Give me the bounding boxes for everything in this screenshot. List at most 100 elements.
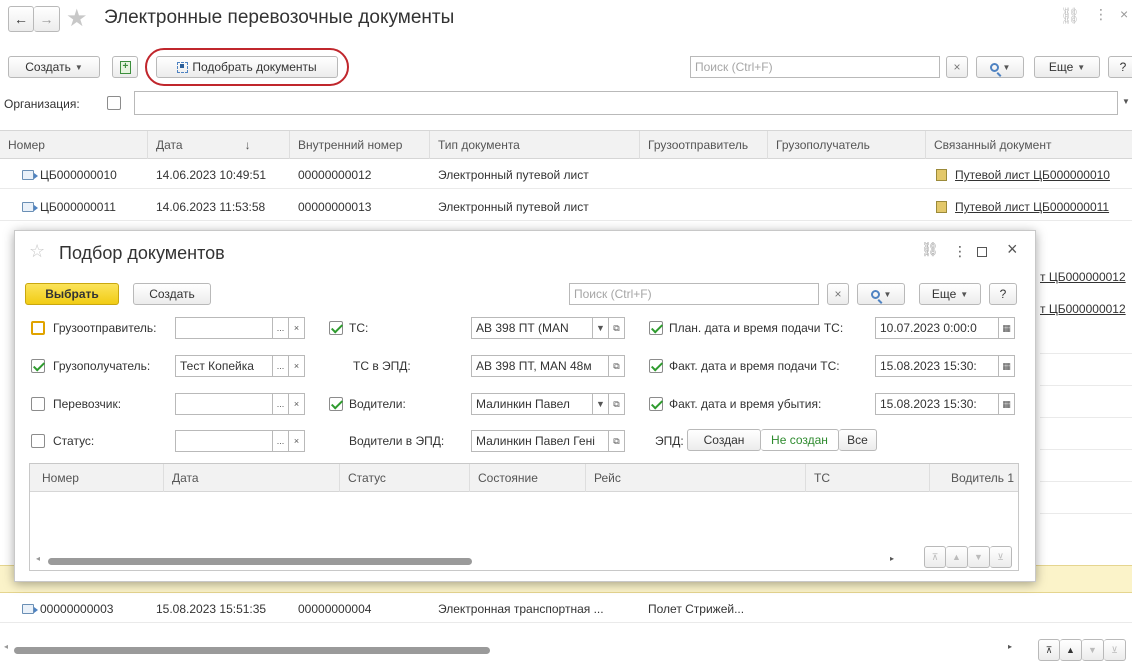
calendar-icon[interactable]: ▦ [999, 355, 1015, 377]
depart-date-input[interactable]: 15.08.2023 15:30: [875, 393, 999, 415]
epd-not-created-button[interactable]: Не создан [761, 429, 839, 451]
drivers-input[interactable]: Малинкин Павел [471, 393, 593, 415]
scroll-right-icon[interactable]: ▸ [1008, 642, 1012, 651]
drivers-epd-input[interactable]: Малинкин Павел Гені [471, 430, 609, 452]
maximize-icon[interactable] [977, 247, 987, 257]
epd-all-button[interactable]: Все [839, 429, 877, 451]
carrier-input[interactable] [175, 393, 273, 415]
epd-created-button[interactable]: Создан [687, 429, 761, 451]
grid-col-status[interactable]: Статус [340, 464, 470, 492]
col-consignee[interactable]: Грузополучатель [768, 131, 926, 159]
search-input[interactable]: Поиск (Ctrl+F) [690, 56, 940, 78]
carrier-checkbox[interactable] [31, 397, 45, 411]
row-linked[interactable]: Путевой лист ЦБ000000011 [928, 193, 1132, 221]
grid-col-driver1[interactable]: Водитель 1 [930, 464, 1018, 492]
link-icon[interactable]: ⛓ [921, 241, 939, 258]
col-date[interactable]: Дата ↓ [148, 131, 290, 159]
drivers-open-button[interactable]: ⧉ [609, 393, 625, 415]
status-checkbox[interactable] [31, 434, 45, 448]
grid-scroll-top-button[interactable]: ⊼ [924, 546, 946, 568]
scroll-bottom-button[interactable]: ⊻ [1104, 639, 1126, 661]
row-linked-partial[interactable]: т ЦБ000000012 [1040, 295, 1132, 323]
plan-date-checkbox[interactable] [649, 321, 663, 335]
dialog-clear-search-button[interactable]: × [827, 283, 849, 305]
table-row[interactable]: ЦБ000000010 14.06.2023 10:49:51 00000000… [0, 161, 1132, 189]
row-linked-partial[interactable]: т ЦБ000000012 [1040, 263, 1132, 291]
scroll-right-icon[interactable]: ▸ [890, 554, 894, 563]
scroll-up-button[interactable]: ▲ [1060, 639, 1082, 661]
col-linked-document[interactable]: Связанный документ [926, 131, 1132, 159]
grid-col-date[interactable]: Дата [164, 464, 340, 492]
linked-document-link[interactable]: т ЦБ000000012 [1040, 270, 1126, 284]
shipper-checkbox[interactable] [31, 321, 45, 335]
carrier-select-button[interactable]: ... [273, 393, 289, 415]
shipper-clear-button[interactable]: × [289, 317, 305, 339]
col-document-type[interactable]: Тип документа [430, 131, 640, 159]
table-row[interactable]: 00000000003 15.08.2023 15:51:35 00000000… [0, 595, 1132, 623]
drivers-dropdown-button[interactable]: ▼ [593, 393, 609, 415]
calendar-icon[interactable]: ▦ [999, 317, 1015, 339]
vehicle-epd-open-button[interactable]: ⧉ [609, 355, 625, 377]
grid-col-state[interactable]: Состояние [470, 464, 586, 492]
close-window-icon[interactable]: × [1120, 6, 1128, 22]
linked-document-link[interactable]: Путевой лист ЦБ000000010 [955, 168, 1110, 182]
vehicle-dropdown-button[interactable]: ▼ [593, 317, 609, 339]
table-row[interactable]: ЦБ000000011 14.06.2023 11:53:58 00000000… [0, 193, 1132, 221]
vehicle-checkbox[interactable] [329, 321, 343, 335]
col-internal-number[interactable]: Внутренний номер [290, 131, 430, 159]
scroll-down-button[interactable]: ▼ [1082, 639, 1104, 661]
grid-scroll-up-button[interactable]: ▲ [946, 546, 968, 568]
scrollbar-thumb[interactable] [14, 647, 490, 654]
help-button[interactable]: ? [1108, 56, 1132, 78]
fact-date-checkbox[interactable] [649, 359, 663, 373]
select-button[interactable]: Выбрать [25, 283, 119, 305]
dialog-more-button[interactable]: Еще ▼ [919, 283, 981, 305]
organization-checkbox[interactable] [107, 96, 121, 110]
scroll-top-button[interactable]: ⊼ [1038, 639, 1060, 661]
vehicle-open-button[interactable]: ⧉ [609, 317, 625, 339]
dialog-create-button[interactable]: Создать [133, 283, 211, 305]
dialog-search-input[interactable]: Поиск (Ctrl+F) [569, 283, 819, 305]
back-button[interactable]: ← [8, 6, 34, 32]
vehicle-input[interactable]: АВ 398 ПТ (MAN [471, 317, 593, 339]
organization-input[interactable] [134, 91, 1118, 115]
drivers-checkbox[interactable] [329, 397, 343, 411]
consignee-select-button[interactable]: ... [273, 355, 289, 377]
plan-date-input[interactable]: 10.07.2023 0:00:0 [875, 317, 999, 339]
dialog-horizontal-scrollbar[interactable]: ◂ ▸ [30, 554, 900, 566]
dialog-search-button[interactable]: ▼ [857, 283, 905, 305]
grid-col-vehicle[interactable]: ТС [806, 464, 930, 492]
drivers-epd-open-button[interactable]: ⧉ [609, 430, 625, 452]
shipper-input[interactable] [175, 317, 273, 339]
depart-date-checkbox[interactable] [649, 397, 663, 411]
consignee-input[interactable]: Тест Копейка [175, 355, 273, 377]
vehicle-epd-input[interactable]: АВ 398 ПТ, MAN 48м [471, 355, 609, 377]
status-input[interactable] [175, 430, 273, 452]
scrollbar-thumb[interactable] [48, 558, 472, 565]
forward-button[interactable]: → [34, 6, 60, 32]
favorite-star-icon[interactable]: ★ [66, 4, 88, 33]
create-button[interactable]: Создать ▼ [8, 56, 100, 78]
more-vertical-icon[interactable]: ⋮ [953, 243, 967, 260]
carrier-clear-button[interactable]: × [289, 393, 305, 415]
chevron-down-icon[interactable]: ▼ [1122, 97, 1130, 106]
status-clear-button[interactable]: × [289, 430, 305, 452]
horizontal-scrollbar[interactable]: ◂ ▸ [0, 642, 1020, 655]
close-icon[interactable]: × [1007, 239, 1018, 260]
more-button[interactable]: Еще ▼ [1034, 56, 1100, 78]
col-shipper[interactable]: Грузоотправитель [640, 131, 768, 159]
fact-date-input[interactable]: 15.08.2023 15:30: [875, 355, 999, 377]
search-button[interactable]: ▼ [976, 56, 1024, 78]
grid-col-number[interactable]: Номер [30, 464, 164, 492]
consignee-checkbox[interactable] [31, 359, 45, 373]
dialog-star-icon[interactable]: ☆ [29, 241, 45, 262]
scroll-left-icon[interactable]: ◂ [36, 554, 40, 563]
scroll-left-icon[interactable]: ◂ [4, 642, 8, 651]
consignee-clear-button[interactable]: × [289, 355, 305, 377]
link-icon[interactable]: ⛓ [1060, 6, 1080, 26]
col-number[interactable]: Номер [0, 131, 148, 159]
grid-col-trip[interactable]: Рейс [586, 464, 806, 492]
add-document-button[interactable]: + [112, 56, 138, 78]
calendar-icon[interactable]: ▦ [999, 393, 1015, 415]
grid-scroll-bottom-button[interactable]: ⊻ [990, 546, 1012, 568]
